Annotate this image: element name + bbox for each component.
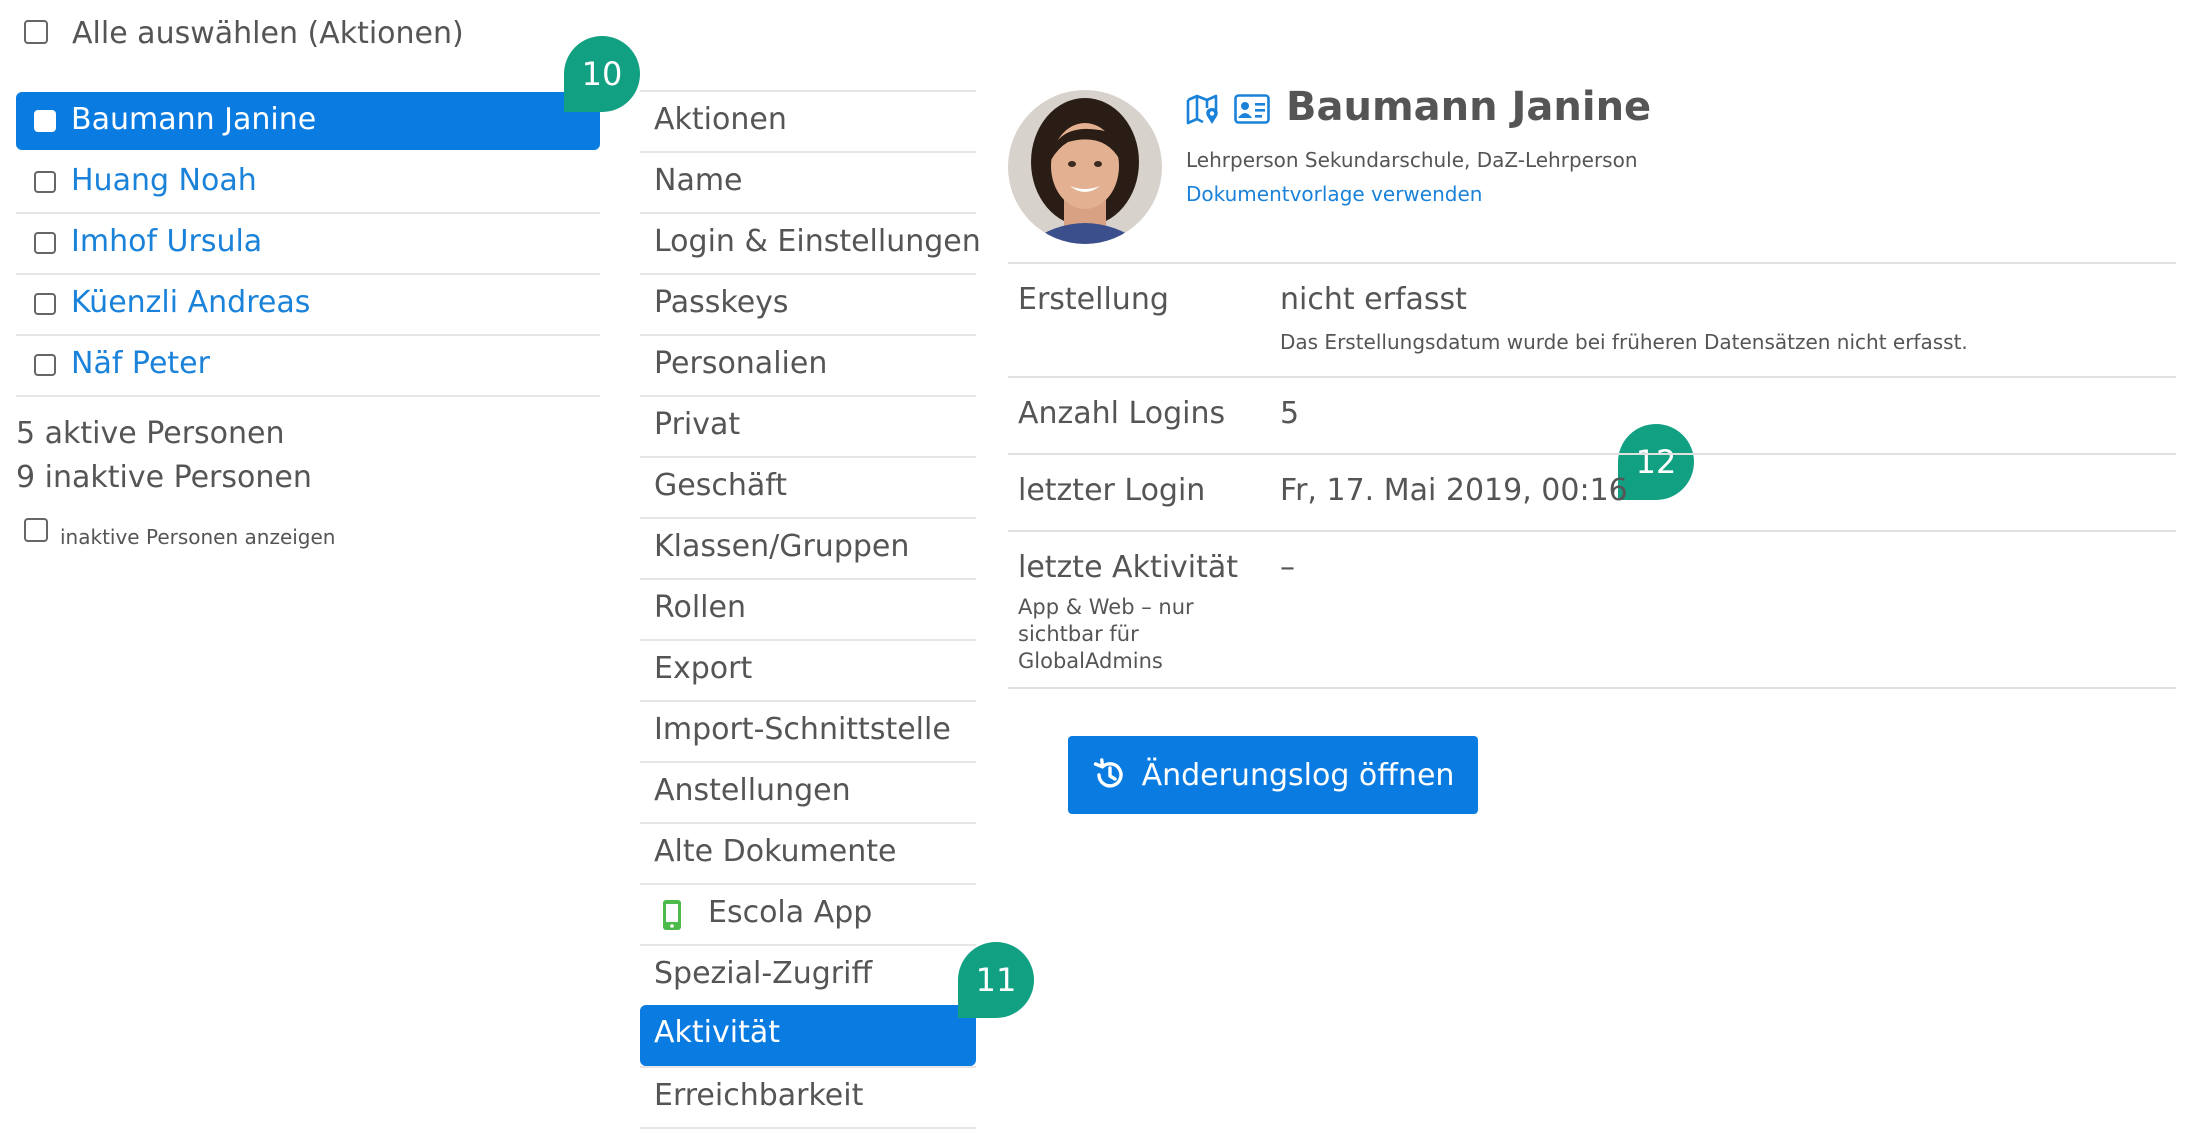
info-key: Anzahl Logins bbox=[1018, 396, 1226, 431]
person-checkbox[interactable] bbox=[34, 232, 56, 254]
info-note: Das Erstellungsdatum wurde bei früheren … bbox=[1280, 330, 1968, 354]
tab-name[interactable]: Name bbox=[640, 151, 976, 212]
person-row[interactable]: Imhof Ursula bbox=[16, 214, 600, 275]
tab-label: Export bbox=[654, 651, 753, 686]
tab-escola-app[interactable]: Escola App bbox=[640, 883, 976, 944]
select-all-checkbox[interactable]: Alle auswählen (Aktionen) bbox=[24, 16, 584, 60]
profile-role: Lehrperson Sekundarschule, DaZ-Lehrperso… bbox=[1186, 148, 1638, 172]
phone-icon bbox=[663, 900, 681, 930]
tab-label: Aktivität bbox=[654, 1015, 780, 1050]
info-subnote: App & Web – nur sichtbar für GlobalAdmin… bbox=[1018, 595, 1194, 673]
callout-badge: 11 bbox=[958, 942, 1034, 1018]
tab-label: Anstellungen bbox=[654, 773, 851, 808]
person-checkbox[interactable] bbox=[34, 354, 56, 376]
info-value: nicht erfasst bbox=[1280, 282, 1467, 317]
info-row-last-login: letzter Login Fr, 17. Mai 2019, 00:16 bbox=[1008, 455, 2176, 532]
person-name[interactable]: Küenzli Andreas bbox=[71, 285, 310, 320]
open-changelog-label: Änderungslog öffnen bbox=[1141, 757, 1455, 793]
show-inactive-box[interactable] bbox=[24, 518, 48, 542]
tab-erreichbarkeit[interactable]: Erreichbarkeit bbox=[640, 1066, 976, 1127]
tab-spezial-zugriff[interactable]: Spezial-Zugriff bbox=[640, 944, 976, 1005]
history-icon bbox=[1093, 758, 1123, 788]
info-value: Fr, 17. Mai 2019, 00:16 bbox=[1280, 473, 1628, 508]
profile-name: Baumann Janine bbox=[1286, 84, 1652, 130]
tab-label: Privat bbox=[654, 407, 741, 442]
info-value: – bbox=[1280, 550, 1295, 585]
tab-anstellungen[interactable]: Anstellungen bbox=[640, 761, 976, 822]
info-key: Erstellung bbox=[1018, 282, 1169, 317]
inactive-count: 9 inaktive Personen bbox=[16, 460, 312, 495]
person-row[interactable]: Küenzli Andreas bbox=[16, 275, 600, 336]
person-row[interactable]: Huang Noah bbox=[16, 153, 600, 214]
tab-navigation: Aktionen Name Login & Einstellungen Pass… bbox=[640, 90, 981, 1129]
tab-privat[interactable]: Privat bbox=[640, 395, 976, 456]
tab-label: Aktionen bbox=[654, 102, 787, 137]
callout-badge: 10 bbox=[564, 36, 640, 112]
person-checkbox[interactable] bbox=[34, 171, 56, 193]
tab-alte-dokumente[interactable]: Alte Dokumente bbox=[640, 822, 976, 883]
tab-label: Geschäft bbox=[654, 468, 788, 503]
person-name[interactable]: Baumann Janine bbox=[71, 102, 316, 137]
tab-passkeys[interactable]: Passkeys bbox=[640, 273, 976, 334]
tab-rollen[interactable]: Rollen bbox=[640, 578, 976, 639]
tab-aktionen[interactable]: Aktionen bbox=[640, 90, 976, 151]
tab-label: Import-Schnittstelle bbox=[654, 712, 951, 747]
avatar bbox=[1008, 90, 1162, 244]
map-location-icon[interactable] bbox=[1186, 92, 1220, 126]
info-value: 5 bbox=[1280, 396, 1300, 431]
id-card-icon[interactable] bbox=[1234, 94, 1270, 124]
tab-geschaeft[interactable]: Geschäft bbox=[640, 456, 976, 517]
tab-login-einstellungen[interactable]: Login & Einstellungen bbox=[640, 212, 981, 273]
tab-label: Personalien bbox=[654, 346, 828, 381]
person-row[interactable]: Baumann Janine bbox=[16, 92, 600, 150]
info-row-last-activity: letzte Aktivität App & Web – nur sichtba… bbox=[1008, 532, 2176, 689]
info-row-logins: Anzahl Logins 5 bbox=[1008, 378, 2176, 455]
tab-label: Erreichbarkeit bbox=[654, 1078, 864, 1113]
tab-label: Klassen/Gruppen bbox=[654, 529, 910, 564]
select-all-label: Alle auswählen (Aktionen) bbox=[72, 16, 464, 51]
tab-label: Passkeys bbox=[654, 285, 789, 320]
person-name[interactable]: Imhof Ursula bbox=[71, 224, 262, 259]
tab-label: Rollen bbox=[654, 590, 746, 625]
activity-info-table: Erstellung nicht erfasst Das Erstellungs… bbox=[1008, 262, 2176, 689]
person-name[interactable]: Huang Noah bbox=[71, 163, 257, 198]
tab-label: Alte Dokumente bbox=[654, 834, 897, 869]
person-checkbox[interactable] bbox=[34, 293, 56, 315]
tab-personalien[interactable]: Personalien bbox=[640, 334, 976, 395]
person-name[interactable]: Näf Peter bbox=[71, 346, 210, 381]
tab-export[interactable]: Export bbox=[640, 639, 976, 700]
tab-import-schnittstelle[interactable]: Import-Schnittstelle bbox=[640, 700, 976, 761]
tab-label: Spezial-Zugriff bbox=[654, 956, 873, 991]
active-count: 5 aktive Personen bbox=[16, 416, 285, 451]
show-inactive-checkbox[interactable]: inaktive Personen anzeigen bbox=[24, 518, 524, 550]
tab-label: Name bbox=[654, 163, 743, 198]
open-changelog-button[interactable]: Änderungslog öffnen bbox=[1068, 736, 1478, 814]
show-inactive-label: inaktive Personen anzeigen bbox=[60, 525, 336, 549]
person-row[interactable]: Näf Peter bbox=[16, 336, 600, 397]
tab-klassen-gruppen[interactable]: Klassen/Gruppen bbox=[640, 517, 976, 578]
info-row-creation: Erstellung nicht erfasst Das Erstellungs… bbox=[1008, 264, 2176, 378]
select-all-box[interactable] bbox=[24, 20, 48, 44]
tab-aktivitaet[interactable]: Aktivität bbox=[640, 1005, 976, 1066]
tab-label: Escola App bbox=[708, 895, 873, 930]
info-key: letzter Login bbox=[1018, 473, 1206, 508]
person-checkbox[interactable] bbox=[34, 110, 56, 132]
info-key: letzte Aktivität bbox=[1018, 550, 1239, 585]
person-list: Baumann Janine Huang Noah Imhof Ursula K… bbox=[16, 92, 600, 397]
document-template-link[interactable]: Dokumentvorlage verwenden bbox=[1186, 182, 1482, 206]
tab-label: Login & Einstellungen bbox=[654, 224, 981, 259]
